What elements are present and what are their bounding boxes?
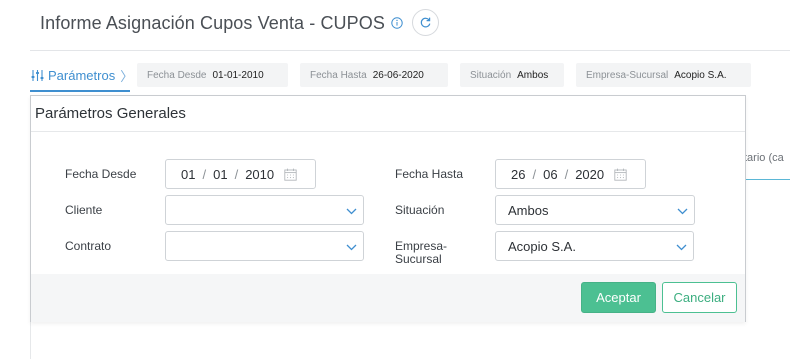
- background-tab-underline: [744, 179, 790, 180]
- parameters-active-underline: [30, 90, 130, 92]
- chip-value: Acopio S.A.: [674, 69, 727, 81]
- fecha-hasta-year[interactable]: 2020: [575, 167, 604, 182]
- chevron-down-icon: [346, 244, 357, 251]
- situacion-label: Situación: [395, 203, 445, 217]
- fecha-desde-label: Fecha Desde: [65, 167, 137, 181]
- date-separator: /: [234, 166, 239, 182]
- chip-situacion: Situación Ambos: [460, 63, 564, 87]
- situacion-select[interactable]: Ambos: [495, 195, 695, 225]
- background-divider: [30, 322, 31, 359]
- fecha-desde-day[interactable]: 01: [181, 167, 195, 182]
- chip-fecha-desde: Fecha Desde 01-01-2010: [137, 63, 288, 87]
- parameters-bar: Parámetros 〉 Fecha Desde 01-01-2010 Fech…: [0, 62, 790, 88]
- cliente-select[interactable]: [165, 195, 364, 225]
- contrato-select[interactable]: [165, 231, 364, 261]
- parameters-panel: Parámetros Generales Fecha Desde 01 / 01…: [30, 95, 746, 322]
- refresh-button[interactable]: [412, 9, 439, 36]
- cancel-button[interactable]: Cancelar: [662, 282, 737, 313]
- calendar-icon[interactable]: [614, 168, 627, 181]
- calendar-icon[interactable]: [284, 168, 297, 181]
- sliders-icon: [31, 70, 44, 81]
- empresa-sucursal-select[interactable]: Acopio S.A.: [495, 231, 694, 261]
- chip-value: 26-06-2020: [372, 69, 424, 81]
- empresa-sucursal-label-line1: Empresa-: [395, 239, 448, 253]
- date-separator: /: [564, 166, 569, 182]
- chip-key: Fecha Desde: [147, 69, 207, 81]
- chip-key: Situación: [470, 69, 512, 81]
- background-column-fragment: tario (ca: [744, 152, 784, 164]
- chip-key: Empresa-Sucursal: [586, 69, 669, 81]
- chip-key: Fecha Hasta: [310, 69, 367, 81]
- parameters-toggle[interactable]: Parámetros 〉: [31, 66, 133, 85]
- fecha-hasta-month[interactable]: 06: [543, 167, 557, 182]
- fecha-hasta-field[interactable]: 26 / 06 / 2020: [495, 159, 646, 189]
- chevron-down-icon: [677, 208, 688, 215]
- cliente-label: Cliente: [65, 203, 103, 217]
- fecha-desde-field[interactable]: 01 / 01 / 2010: [165, 159, 316, 189]
- empresa-sucursal-label-line2: Sucursal: [395, 252, 442, 266]
- fecha-desde-month[interactable]: 01: [213, 167, 227, 182]
- chevron-down-icon: [346, 208, 357, 215]
- fecha-hasta-day[interactable]: 26: [511, 167, 525, 182]
- header-divider: [30, 50, 790, 51]
- chip-fecha-hasta: Fecha Hasta 26-06-2020: [300, 63, 448, 87]
- panel-header: Parámetros Generales: [31, 96, 745, 132]
- situacion-value: Ambos: [508, 202, 549, 218]
- panel-title: Parámetros Generales: [35, 105, 186, 122]
- contrato-label: Contrato: [65, 239, 112, 253]
- date-separator: /: [202, 166, 207, 182]
- fecha-hasta-label: Fecha Hasta: [395, 167, 464, 181]
- chevron-right-icon: 〉: [120, 69, 134, 84]
- empresa-sucursal-label: Empresa- Sucursal: [395, 240, 447, 266]
- info-icon[interactable]: [391, 17, 403, 29]
- chip-value: 01-01-2010: [212, 69, 264, 81]
- chip-empresa-sucursal: Empresa-Sucursal Acopio S.A.: [576, 63, 751, 87]
- accept-button[interactable]: Aceptar: [581, 282, 656, 313]
- chip-value: Ambos: [517, 69, 549, 81]
- parameters-label: Parámetros: [48, 68, 116, 83]
- empresa-sucursal-value: Acopio S.A.: [508, 238, 576, 254]
- page-header: Informe Asignación Cupos Venta - CUPOS: [40, 8, 403, 38]
- chevron-down-icon: [676, 244, 687, 251]
- fecha-desde-year[interactable]: 2010: [245, 167, 274, 182]
- date-separator: /: [532, 166, 537, 182]
- refresh-icon: [420, 17, 431, 28]
- page-title: Informe Asignación Cupos Venta - CUPOS: [40, 12, 385, 33]
